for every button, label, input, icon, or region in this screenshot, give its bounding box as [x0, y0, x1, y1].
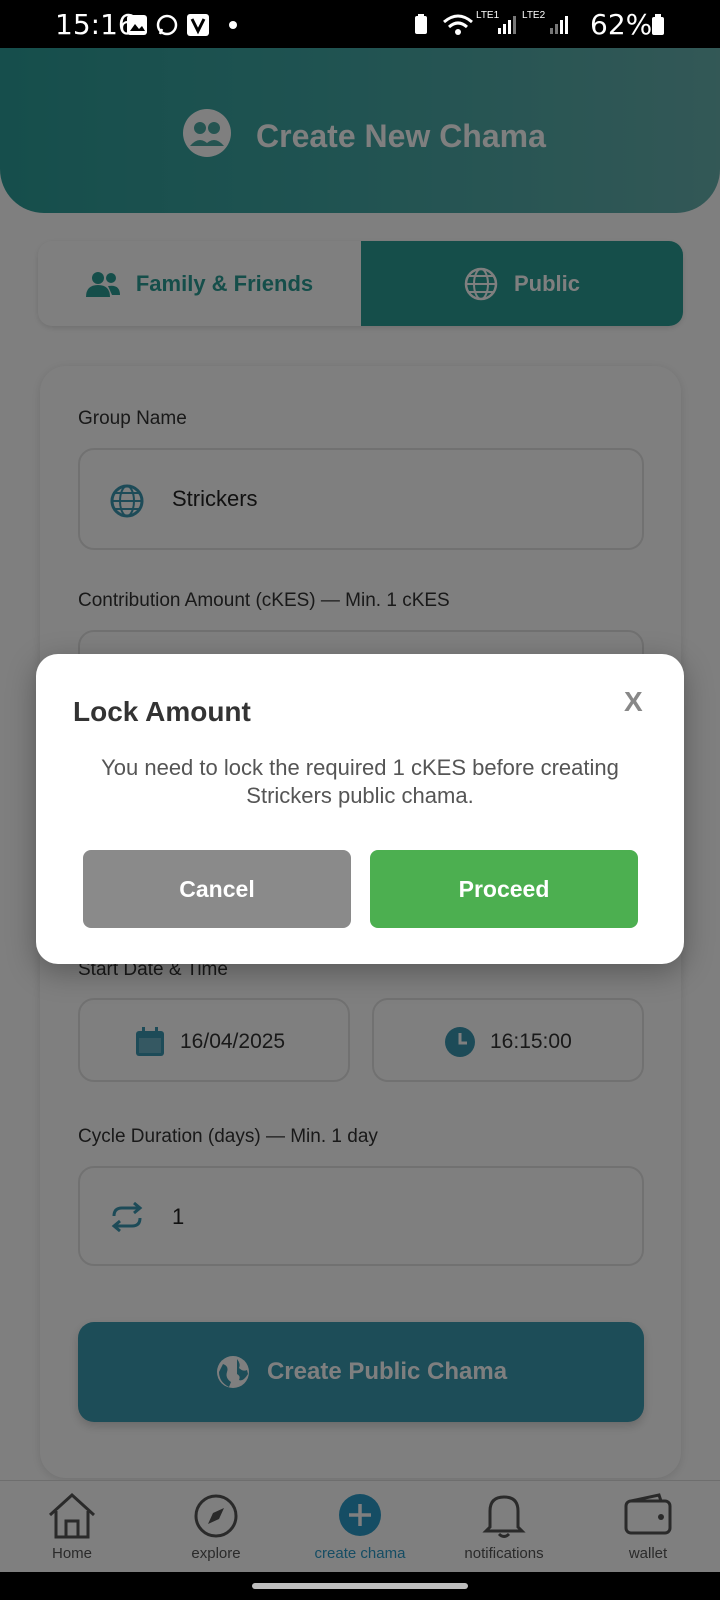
close-button[interactable]: X [624, 686, 643, 718]
cancel-button[interactable]: Cancel [83, 850, 351, 928]
gesture-bar[interactable] [252, 1583, 468, 1589]
battery-percent: 62% [590, 8, 653, 41]
status-time: 15:16 [55, 8, 136, 41]
whatsapp-icon [156, 14, 178, 36]
image-notification-icon [127, 15, 147, 35]
wifi-icon [443, 14, 473, 35]
signal-1-icon [498, 16, 516, 34]
lte2-label: LTE2 [522, 10, 546, 21]
proceed-button[interactable]: Proceed [370, 850, 638, 928]
dialog-message: You need to lock the required 1 cKES bef… [101, 755, 619, 808]
v-app-icon [187, 14, 209, 36]
signal-2-icon [550, 16, 568, 34]
lock-amount-dialog: Lock Amount X You need to lock the requi… [36, 654, 684, 964]
dialog-title: Lock Amount [73, 696, 251, 727]
status-bar: 15:16 LTE1 LTE2 62% [0, 0, 720, 48]
dot-icon [229, 21, 237, 29]
battery-icon [652, 14, 664, 35]
gesture-area [0, 1572, 720, 1600]
battery-saver-icon [415, 14, 427, 34]
